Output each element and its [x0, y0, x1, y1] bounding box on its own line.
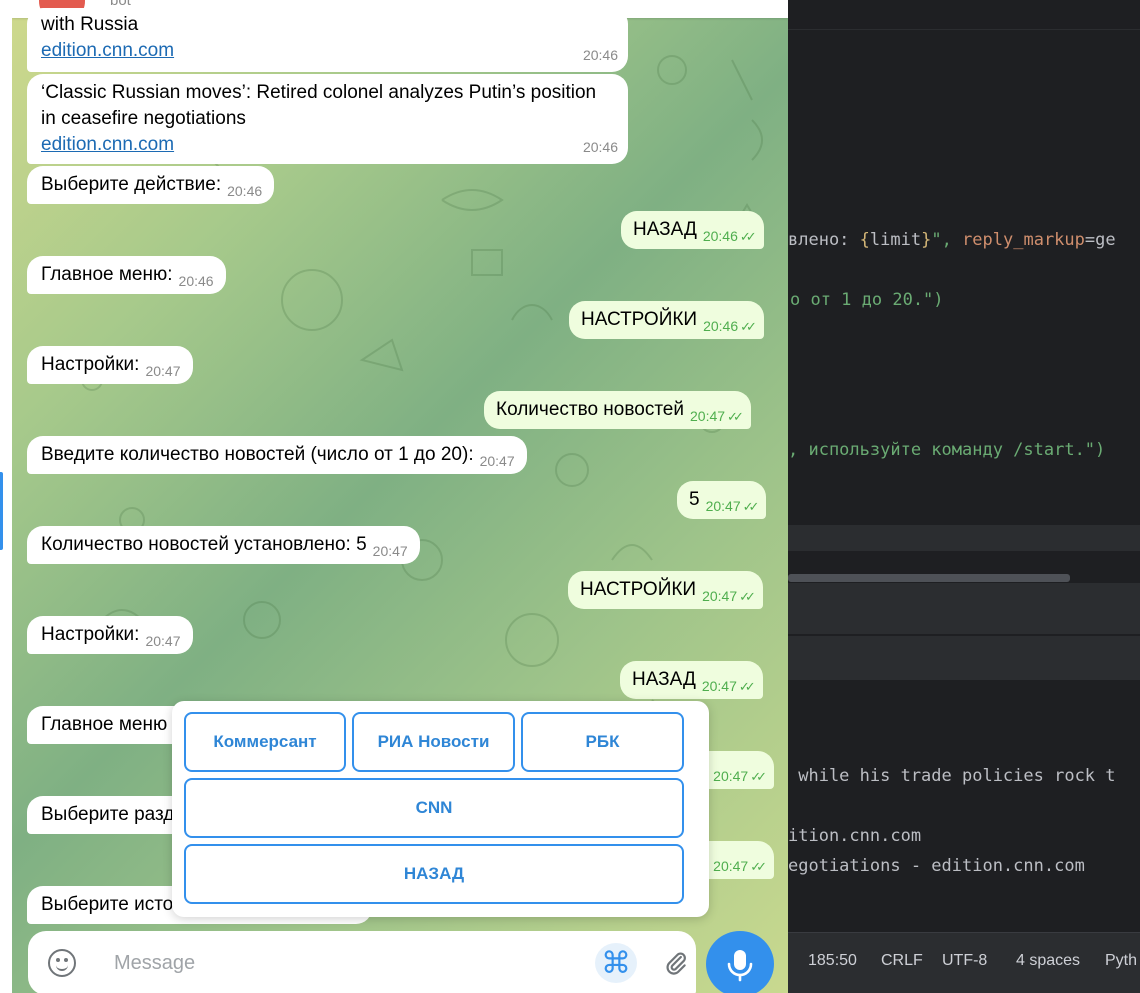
message-time: 20:46: [582, 47, 618, 63]
message-time: 20:46: [582, 139, 618, 155]
message-incoming[interactable]: Выберите действие: 20:46: [27, 166, 275, 204]
message-outgoing[interactable]: НАСТРОЙКИ 20:47 ✓✓: [568, 571, 763, 609]
message-time: 20:47 ✓✓: [713, 853, 767, 880]
message-time: 20:47 ✓✓: [702, 673, 756, 700]
sidebar-active-indicator: [0, 472, 3, 550]
message-outgoing[interactable]: НАЗАД 20:47 ✓✓: [620, 661, 763, 699]
line-ending[interactable]: CRLF: [881, 952, 923, 970]
message-text: Количество новостей: [496, 399, 684, 420]
paperclip-icon[interactable]: [663, 949, 689, 977]
message-text: Введите количество новостей (число от 1 …: [41, 444, 474, 465]
smile-icon[interactable]: [48, 949, 76, 977]
ide-top-bar: [788, 0, 1140, 30]
message-time: 20:47 ✓✓: [702, 583, 756, 610]
ide-run-panel-header: [788, 583, 1140, 635]
message-outgoing[interactable]: 5 20:47 ✓✓: [677, 481, 767, 520]
ide-editor-footer: [788, 525, 1140, 551]
read-checkmarks-icon: ✓✓: [738, 679, 756, 694]
read-checkmarks-icon: ✓✓: [727, 409, 744, 424]
command-icon[interactable]: ⌘: [595, 943, 637, 983]
message-time: 20:46 ✓✓: [703, 223, 757, 250]
reply-keyboard: Коммерсант РИА Новости РБК CNN НАЗАД: [172, 701, 709, 917]
read-checkmarks-icon: ✓✓: [740, 319, 757, 334]
window-left-edge: [0, 0, 12, 993]
message-text: Выберите исто: [41, 894, 174, 915]
message-incoming[interactable]: Введите количество новостей (число от 1 …: [27, 436, 527, 474]
message-time: 20:47: [145, 633, 181, 649]
cursor-position[interactable]: 185:50: [808, 952, 857, 970]
message-text: Настройки:: [41, 624, 140, 645]
message-text: НАСТРОЙКИ: [581, 309, 698, 330]
ide-window: влено: {limit}", reply_markup=ge о от 1 …: [788, 0, 1140, 993]
read-checkmarks-icon: ✓✓: [742, 499, 760, 514]
message-incoming[interactable]: Настройки: 20:47: [27, 616, 193, 654]
console-line-2: ition.cnn.com: [788, 826, 922, 846]
keyboard-button-back[interactable]: НАЗАД: [184, 844, 684, 904]
message-link[interactable]: edition.cnn.com: [41, 38, 616, 64]
message-time: 20:46: [178, 273, 214, 289]
microphone-button[interactable]: [706, 931, 774, 993]
keyboard-button-ria[interactable]: РИА Новости: [352, 712, 515, 772]
keyboard-button-cnn[interactable]: CNN: [184, 778, 684, 838]
message-time: 20:47 ✓✓: [690, 403, 744, 430]
message-outgoing[interactable]: Количество новостей 20:47 ✓✓: [484, 391, 751, 429]
message-input[interactable]: Message: [114, 952, 195, 975]
microphone-icon: [727, 950, 753, 982]
message-text: Количество новостей установлено: 5: [41, 534, 367, 555]
indent-setting[interactable]: 4 spaces: [1016, 952, 1080, 970]
message-time: 20:47 ✓✓: [713, 763, 767, 790]
console-line-3: egotiations - edition.cnn.com: [788, 856, 1085, 876]
read-checkmarks-icon: ✓✓: [739, 229, 757, 244]
message-incoming[interactable]: Количество новостей установлено: 5 20:47: [27, 526, 420, 564]
message-text: with Russia: [41, 14, 139, 35]
ide-status-bar: 185:50 CRLF UTF-8 4 spaces Pyth: [788, 932, 1140, 993]
message-text: Настройки:: [41, 354, 140, 375]
message-incoming[interactable]: with Russia edition.cnn.com 20:46: [27, 8, 628, 72]
code-line-1: влено: {limit}", reply_markup=ge: [788, 230, 1116, 250]
telegram-chat-window: bot with Russia edition.cnn.com 20:46 ‘C…: [12, 0, 788, 993]
ide-console: while his trade policies rock t ition.cn…: [788, 681, 1140, 931]
message-text: ‘Classic Russian moves’: Retired colonel…: [41, 82, 597, 129]
message-text: Главное меню:: [41, 264, 173, 285]
read-checkmarks-icon: ✓✓: [739, 589, 756, 604]
horizontal-scrollbar[interactable]: [788, 574, 1070, 582]
message-text: НАЗАД: [632, 669, 696, 690]
message-composer: Message ⌘: [28, 931, 696, 993]
message-link[interactable]: edition.cnn.com: [41, 132, 616, 158]
file-encoding[interactable]: UTF-8: [942, 952, 987, 970]
read-checkmarks-icon: ✓✓: [750, 859, 767, 874]
message-incoming[interactable]: Настройки: 20:47: [27, 346, 193, 384]
message-time: 20:46 ✓✓: [703, 313, 757, 340]
message-incoming[interactable]: ‘Classic Russian moves’: Retired colonel…: [27, 74, 628, 164]
message-incoming[interactable]: Главное меню: 20:46: [27, 256, 226, 294]
message-text: НАЗАД: [633, 219, 697, 240]
message-text: 5: [689, 489, 700, 510]
message-text: Выберите разд: [41, 804, 175, 825]
message-time: 20:47 ✓✓: [706, 493, 760, 520]
message-text: НАСТРОЙКИ: [580, 579, 697, 600]
message-text: Выберите действие:: [41, 174, 222, 195]
message-time: 20:47: [479, 453, 515, 469]
read-checkmarks-icon: ✓✓: [750, 769, 767, 784]
message-time: 20:47: [145, 363, 181, 379]
code-line-2: о от 1 до 20."): [790, 290, 944, 310]
keyboard-button-kommersant[interactable]: Коммерсант: [184, 712, 346, 772]
message-outgoing[interactable]: НАЗАД 20:46 ✓✓: [621, 211, 764, 249]
code-line-3: , используйте команду /start."): [788, 440, 1106, 460]
message-time: 20:47: [372, 543, 408, 559]
console-line-1: while his trade policies rock t: [788, 766, 1116, 786]
message-text: Главное меню: [41, 714, 168, 735]
message-time: 20:46: [227, 183, 263, 199]
keyboard-button-rbc[interactable]: РБК: [521, 712, 684, 772]
language-mode[interactable]: Pyth: [1105, 952, 1137, 970]
ide-run-toolbar: [788, 636, 1140, 680]
message-outgoing[interactable]: НАСТРОЙКИ 20:46 ✓✓: [569, 301, 764, 339]
